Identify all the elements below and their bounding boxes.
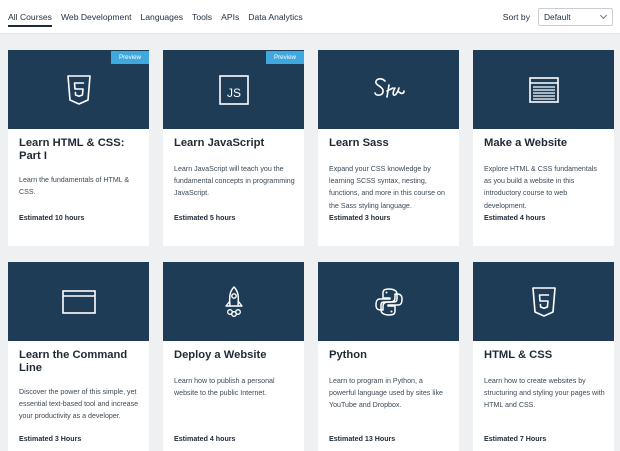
sort-label: Sort by	[502, 12, 530, 22]
course-banner: Preview JS	[163, 50, 304, 129]
course-title: Python	[329, 349, 367, 361]
course-card-html-css-part-1[interactable]: Preview Learn HTML & CSS: Part I Learn t…	[8, 50, 149, 246]
course-banner	[473, 50, 614, 129]
course-duration: Estimated 3 Hours	[19, 435, 82, 443]
sass-icon	[373, 77, 405, 98]
chevron-down-icon	[599, 11, 608, 20]
course-banner	[8, 262, 149, 341]
course-card-sass[interactable]: Learn Sass Expand your CSS knowledge by …	[318, 50, 459, 246]
tab-web-development[interactable]: Web Development	[61, 0, 132, 34]
course-banner	[318, 262, 459, 341]
course-card-command-line[interactable]: Learn the Command Line Discover the powe…	[8, 262, 149, 451]
course-description: Learn how to create websites by structur…	[484, 377, 605, 410]
course-description: Discover the power of this simple, yet e…	[19, 388, 139, 421]
js-icon: JS	[218, 74, 249, 105]
html5-icon	[531, 286, 556, 317]
tab-tools[interactable]: Tools	[192, 0, 212, 34]
tab-data-analytics[interactable]: Data Analytics	[248, 0, 302, 34]
course-description: Learn to program in Python, a powerful l…	[329, 377, 443, 410]
course-card-html-css[interactable]: HTML & CSS Learn how to create websites …	[473, 262, 614, 451]
preview-badge: Preview	[111, 51, 149, 64]
sort-control: Sort by Default	[503, 8, 613, 26]
preview-badge: Preview	[266, 51, 304, 64]
website-layout-icon	[528, 76, 559, 103]
course-description: Learn JavaScript will teach you the fund…	[174, 165, 295, 198]
course-duration: Estimated 10 hours	[19, 214, 85, 222]
course-duration: Estimated 3 hours	[329, 214, 391, 222]
python-icon	[374, 287, 403, 316]
course-banner	[163, 262, 304, 341]
category-tabs: All Courses Web Development Languages To…	[8, 0, 312, 34]
course-duration: Estimated 4 hours	[484, 214, 546, 222]
course-duration: Estimated 7 Hours	[484, 435, 547, 443]
course-card-python[interactable]: Python Learn to program in Python, a pow…	[318, 262, 459, 451]
course-title: Deploy a Website	[174, 349, 267, 361]
terminal-window-icon	[61, 289, 96, 314]
course-banner	[473, 262, 614, 341]
sort-select-value: Default	[544, 12, 571, 22]
course-title: Make a Website	[484, 137, 568, 149]
tab-languages[interactable]: Languages	[141, 0, 184, 34]
tab-apis[interactable]: APIs	[221, 0, 239, 34]
course-card-javascript[interactable]: Preview JS Learn JavaScript Learn JavaSc…	[163, 50, 304, 246]
course-title: Learn the Command Line	[19, 349, 128, 374]
course-title: HTML & CSS	[484, 349, 553, 361]
sort-select[interactable]: Default	[538, 8, 613, 26]
course-title: Learn HTML & CSS: Part I	[19, 137, 125, 162]
svg-text:JS: JS	[226, 86, 240, 100]
course-description: Explore HTML & CSS fundamentals as you b…	[484, 165, 597, 210]
course-title: Learn JavaScript	[174, 137, 265, 149]
course-description: Learn how to publish a personal website …	[174, 377, 275, 398]
course-duration: Estimated 4 hours	[174, 435, 236, 443]
html5-icon	[66, 74, 91, 105]
rocket-icon	[224, 285, 243, 317]
course-card-deploy-a-website[interactable]: Deploy a Website Learn how to publish a …	[163, 262, 304, 451]
course-duration: Estimated 13 Hours	[329, 435, 396, 443]
course-banner: Preview	[8, 50, 149, 129]
top-bar: All Courses Web Development Languages To…	[0, 0, 620, 34]
course-description: Expand your CSS knowledge by learning SC…	[329, 165, 445, 210]
course-banner	[318, 50, 459, 129]
course-title: Learn Sass	[329, 137, 389, 149]
course-duration: Estimated 5 hours	[174, 214, 236, 222]
course-description: Learn the fundamentals of HTML & CSS.	[19, 176, 130, 197]
tab-all-courses[interactable]: All Courses	[8, 0, 52, 34]
course-card-make-a-website[interactable]: Make a Website Explore HTML & CSS fundam…	[473, 50, 614, 246]
